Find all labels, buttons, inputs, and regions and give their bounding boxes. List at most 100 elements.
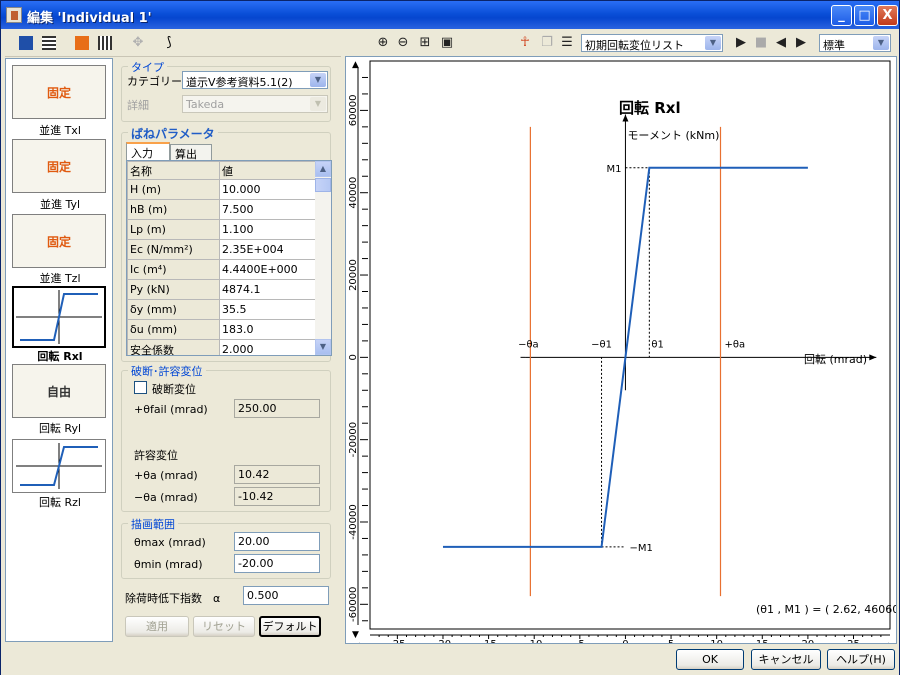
chevron-down-icon: ▼ [310,73,326,87]
spring-thumb-tzl[interactable]: 固定 [12,214,106,268]
y-axis-label: モーメント (kNm) [627,129,719,142]
x-tick-label: 5 [668,639,674,643]
blue-square-icon[interactable] [19,36,33,50]
grid-header-name: 名称 [127,161,220,180]
move-icon[interactable]: ✥ [131,36,145,50]
default-button[interactable]: デフォルト [259,616,321,637]
spring-thumb-rxl[interactable] [12,286,106,348]
param-value[interactable]: 2.000 [219,339,317,355]
cancel-button[interactable]: キャンセル [751,649,821,670]
param-name: δy (mm) [127,299,220,320]
apply-button[interactable]: 適用 [125,616,189,637]
param-value[interactable]: 183.0 [219,319,317,340]
chevron-down-icon: ▼ [705,36,721,50]
draw-range-title: 描画範囲 [128,516,178,532]
pos-allow-field[interactable]: 10.42 [234,465,320,484]
param-value[interactable]: 4874.1 [219,279,317,300]
list-icon[interactable]: ☰ [559,35,575,51]
zoom-in-icon[interactable]: ⊕ [375,35,391,51]
spring-curve-icon [16,443,102,489]
spring-thumb-ryl[interactable]: 自由 [12,364,106,418]
x-tick-label: 0 [622,639,628,643]
zoom-window-icon[interactable]: ▣ [439,35,455,51]
spring-state-text: 固定 [46,159,71,174]
theta-min-field[interactable]: -20.00 [234,554,320,573]
param-value[interactable]: 2.35E+004 [219,239,317,260]
param-name: 安全係数 [127,339,220,355]
reset-button[interactable]: リセット [193,616,255,637]
table-row: Py (kN) 4874.1 [127,279,317,300]
y-ruler-up-arrow: ▲ [352,60,359,70]
x-tick-label: -10 [526,639,542,643]
spring-thumb-rzl[interactable] [12,439,106,493]
play-icon[interactable]: ▶ [733,35,749,51]
plot-layer: −θa +θa θ1 −θ1 M1 −M1 [369,60,891,630]
grid-icon[interactable] [42,36,56,50]
y-tick-label: 0 [348,354,359,360]
runner-icon[interactable]: ☥ [517,35,533,51]
help-button[interactable]: ヘルプ(H) [827,649,895,670]
x-axis-label: 回転 (mrad) [804,353,867,366]
param-value[interactable]: 35.5 [219,299,317,320]
x-tick-label: -20 [435,639,451,643]
orange-square-icon[interactable] [75,36,89,50]
theta-max-field[interactable]: 20.00 [234,532,320,551]
param-value[interactable]: 1.100 [219,219,317,240]
close-button[interactable]: X [877,5,898,26]
spring-params-group: ばねパラメータ 入力 算出値 名称値 H (m)10.000 hB (m)7.5… [121,125,332,362]
x-tick-label: 20 [802,639,815,643]
title-bar[interactable]: 編集 'Individual 1' _ □ X [1,1,899,29]
detail-select[interactable]: Takeda ▼ [182,95,328,113]
parameter-panel: タイプ カテゴリー 道示Ⅴ参考資料5.1(2) ▼ 詳細 Takeda ▼ ばね… [117,58,337,642]
param-value[interactable]: 10.000 [219,179,317,200]
spring-thumb-txl[interactable]: 固定 [12,65,106,119]
step-back-icon[interactable]: ◀ [773,35,789,51]
theta-min-label: θmin (mrad) [134,558,203,571]
coordinate-readout: (θ1 , M1 ) = ( 2.62, 46060.2) [756,603,896,616]
stop-icon[interactable]: ■ [753,35,769,51]
y-tick-label: 60000 [348,94,359,126]
category-select[interactable]: 道示Ⅴ参考資料5.1(2) ▼ [182,71,328,89]
scroll-thumb[interactable] [315,178,331,192]
failure-checkbox[interactable] [134,381,147,394]
spring-label: 並進 Tzl [39,272,81,285]
fail-label: +θfail (mrad) [134,403,208,416]
minimize-button[interactable]: _ [831,5,852,26]
tab-calculated[interactable]: 算出値 [170,144,212,177]
scroll-up-icon[interactable]: ▲ [315,161,331,177]
left-toolbar: ✥ ⟆ [5,31,341,57]
x-tick-label: -25 [389,639,405,643]
chart-area[interactable]: ▲ ▼ -60000 -40000 -20000 0 20000 40000 60000 ◁ ▷ -… [345,56,900,652]
spring-label: 回転 Ryl [38,422,82,435]
copy-icon[interactable]: ❐ [539,35,555,51]
unload-index-field[interactable]: 0.500 [243,586,329,605]
zoom-fit-icon[interactable]: ⊞ [417,35,433,51]
zoom-out-icon[interactable]: ⊖ [395,35,411,51]
x-tick-label: 10 [710,639,723,643]
chart-toolbar: ⊕ ⊖ ⊞ ▣ ☥ ❐ ☰ 初期回転変位リスト ▼ ▶ ■ ◀ ▶ 標準 ▼ [345,31,897,55]
param-name: Ic (m⁴) [127,259,220,280]
param-value[interactable]: 4.4400E+000 [219,259,317,280]
initial-rotation-list-select[interactable]: 初期回転変位リスト ▼ [581,34,723,52]
table-row: 安全係数 2.000 [127,339,317,355]
param-value[interactable]: 7.500 [219,199,317,220]
detail-label: 詳細 [127,99,149,112]
spring-icon[interactable]: ⟆ [162,36,176,50]
moment-rotation-chart: ▲ ▼ -60000 -40000 -20000 0 20000 40000 60000 ◁ ▷ -… [348,60,900,652]
y-tick-label: -20000 [348,422,359,457]
view-select[interactable]: 標準 ▼ [819,34,891,52]
ok-button[interactable]: OK [676,649,744,670]
spring-label: 並進 Txl [39,124,81,137]
view-value: 標準 [823,39,845,52]
tab-input[interactable]: 入力 [126,142,170,160]
params-scrollbar[interactable]: ▲ ▼ [315,161,331,355]
fail-field[interactable]: 250.00 [234,399,320,418]
grid-icon[interactable] [98,36,112,50]
step-forward-icon[interactable]: ▶ [793,35,809,51]
window-title: 編集 'Individual 1' [27,11,152,26]
scroll-down-icon[interactable]: ▼ [315,339,331,355]
spring-thumb-tyl[interactable]: 固定 [12,139,106,193]
spring-label: 回転 Rzl [39,496,81,509]
neg-allow-field[interactable]: -10.42 [234,487,320,506]
maximize-button[interactable]: □ [854,5,875,26]
